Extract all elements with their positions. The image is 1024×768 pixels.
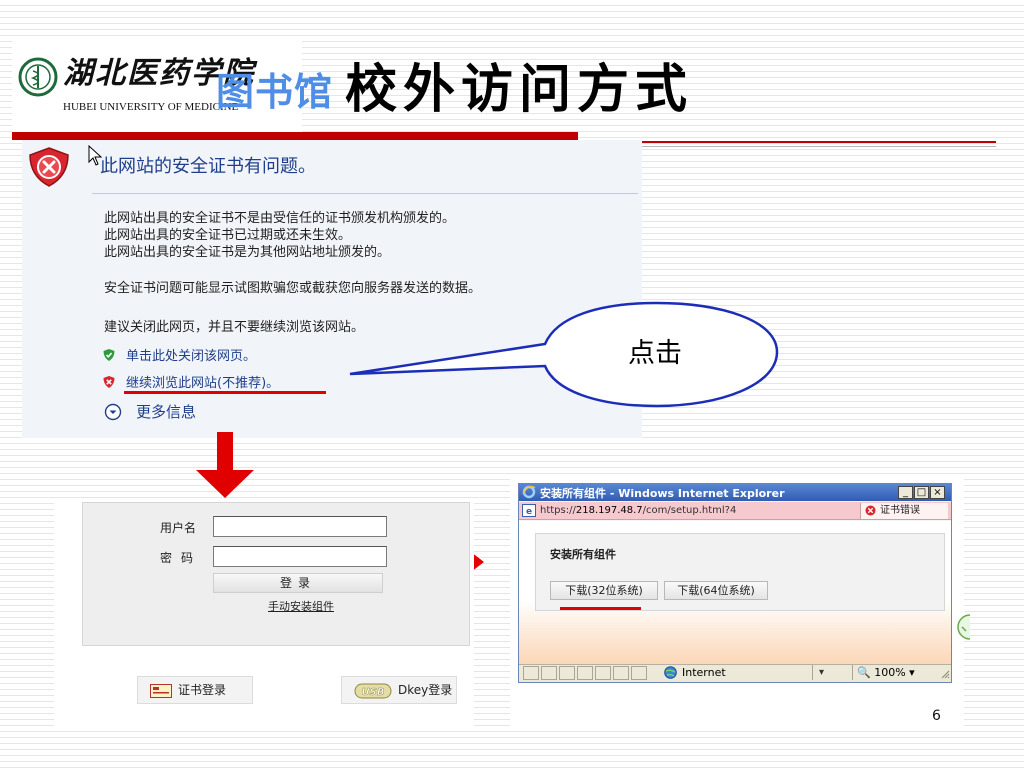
status-segment bbox=[577, 666, 593, 680]
status-segment bbox=[613, 666, 629, 680]
green-shield-check-icon bbox=[103, 348, 115, 361]
protected-mode-dropdown[interactable]: ▾ bbox=[812, 665, 850, 680]
close-window-button[interactable]: × bbox=[930, 486, 945, 499]
slide-page-number: 6 bbox=[932, 708, 941, 724]
url-scheme: https:// bbox=[540, 505, 576, 516]
zoom-icon: 🔍 bbox=[857, 666, 871, 679]
chevron-down-circle-icon bbox=[104, 403, 122, 420]
continue-link-highlight-underline bbox=[124, 391, 326, 394]
status-segment bbox=[559, 666, 575, 680]
dkey-login-button[interactable]: USB Dkey登录 bbox=[341, 676, 457, 704]
close-page-link-label: 单击此处关闭该网页。 bbox=[126, 349, 257, 364]
red-x-shield-icon bbox=[865, 505, 876, 516]
download-32-highlight-underline bbox=[560, 607, 641, 610]
cert-login-button[interactable]: 证书登录 bbox=[137, 676, 253, 704]
zoom-dropdown[interactable]: 🔍 100% ▾ bbox=[852, 665, 940, 680]
download-32bit-button[interactable]: 下载(32位系统) bbox=[550, 581, 658, 600]
status-segment bbox=[595, 666, 611, 680]
resize-grip-icon[interactable] bbox=[940, 667, 950, 679]
ie-window-title: 安装所有组件 - Windows Internet Explorer bbox=[540, 487, 785, 500]
title-underline-bar bbox=[12, 132, 578, 140]
internet-explorer-icon bbox=[522, 485, 536, 499]
cert-login-label: 证书登录 bbox=[178, 683, 227, 697]
down-arrow-icon bbox=[196, 432, 254, 498]
security-zone-label: Internet bbox=[682, 666, 726, 679]
username-label: 用户名 bbox=[160, 521, 197, 535]
usb-key-icon: USB bbox=[354, 683, 392, 698]
password-input[interactable] bbox=[213, 546, 387, 567]
cert-risk-note: 安全证书问题可能显示试图欺骗您或截获您向服务器发送的数据。 bbox=[104, 281, 482, 296]
zoom-level: 100% bbox=[874, 666, 906, 679]
title-rule-red bbox=[640, 141, 996, 143]
download-64bit-button[interactable]: 下载(64位系统) bbox=[664, 581, 768, 600]
minimize-button[interactable]: _ bbox=[898, 486, 913, 499]
callout-label: 点击 bbox=[628, 338, 682, 369]
certificate-card-icon bbox=[150, 683, 172, 698]
more-info-toggle[interactable]: 更多信息 bbox=[104, 401, 196, 422]
maximize-button[interactable]: □ bbox=[914, 486, 929, 499]
install-components-heading: 安装所有组件 bbox=[550, 548, 616, 561]
slide-title: 校外访问方式 bbox=[345, 59, 694, 120]
status-segment bbox=[523, 666, 539, 680]
university-name-en: HUBEI UNIVERSITY OF MEDICINE bbox=[63, 101, 239, 113]
password-label: 密码 bbox=[160, 551, 203, 565]
chevron-down-icon: ▾ bbox=[909, 666, 915, 679]
login-button[interactable]: 登录 bbox=[213, 573, 383, 593]
internet-zone-globe-icon bbox=[664, 666, 677, 679]
manual-install-link[interactable]: 手动安装组件 bbox=[268, 598, 334, 614]
library-label: 图书馆 bbox=[216, 70, 334, 114]
continue-link-label: 继续浏览此网站(不推荐)。 bbox=[126, 376, 280, 391]
usb-badge-text: USB bbox=[362, 687, 385, 698]
address-url[interactable]: https://218.197.48.7/com/setup.html?4 bbox=[540, 505, 736, 516]
error-shield-icon bbox=[29, 147, 69, 187]
svg-text:e: e bbox=[526, 507, 532, 517]
url-path: /com/setup.html?4 bbox=[642, 505, 737, 516]
cert-reason-mismatch: 此网站出具的安全证书是为其他网站地址颁发的。 bbox=[104, 245, 391, 260]
certificate-error-label: 证书错误 bbox=[880, 505, 920, 516]
cert-warning-heading: 此网站的安全证书有问题。 bbox=[100, 156, 316, 177]
more-info-label: 更多信息 bbox=[136, 403, 197, 421]
dkey-login-label: Dkey登录 bbox=[398, 683, 453, 697]
cert-divider bbox=[92, 193, 638, 194]
red-shield-x-icon bbox=[103, 375, 115, 388]
university-emblem-icon bbox=[18, 57, 58, 97]
status-segment bbox=[631, 666, 647, 680]
title-rule-gray bbox=[640, 146, 996, 147]
continue-to-website-link[interactable]: 继续浏览此网站(不推荐)。 bbox=[102, 371, 279, 391]
close-page-link[interactable]: 单击此处关闭该网页。 bbox=[102, 344, 256, 364]
username-input[interactable] bbox=[213, 516, 387, 537]
certificate-error-button[interactable]: 证书错误 bbox=[860, 503, 948, 519]
status-segment bbox=[541, 666, 557, 680]
page-e-icon: e bbox=[522, 504, 536, 517]
partial-green-button-icon bbox=[957, 614, 970, 640]
url-host: 218.197.48.7 bbox=[575, 505, 643, 516]
click-callout-bubble bbox=[349, 301, 779, 408]
